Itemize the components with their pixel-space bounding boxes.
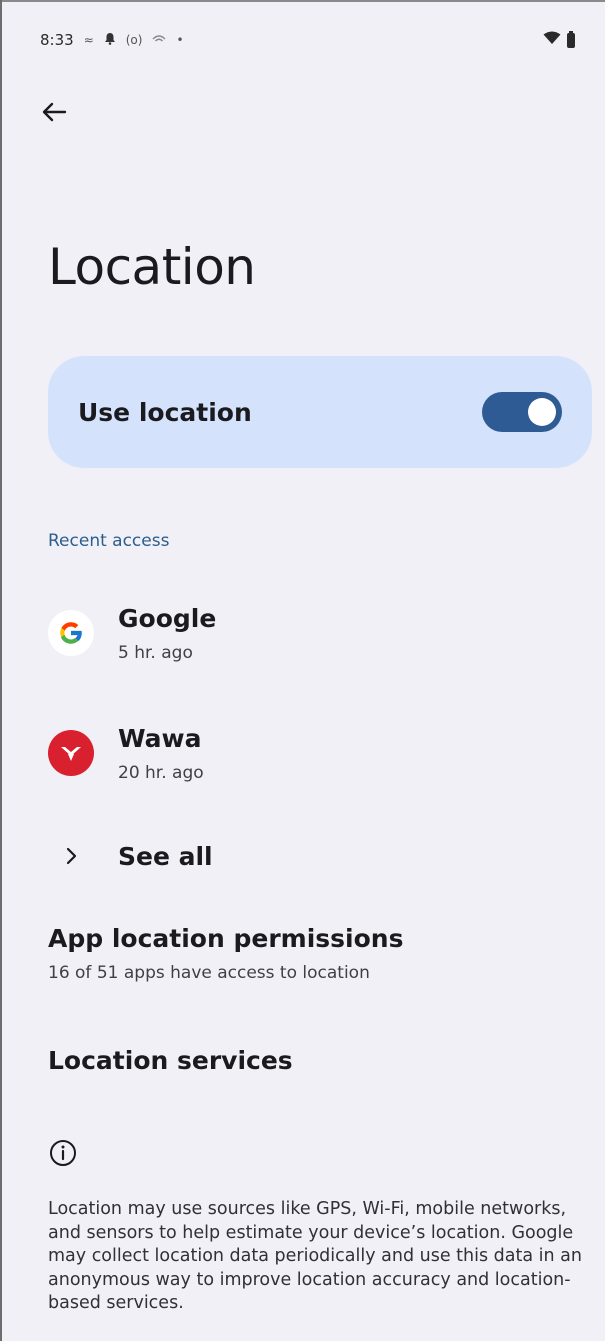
toggle-knob [528, 398, 556, 426]
back-arrow-icon [42, 102, 67, 122]
wawa-icon [48, 730, 94, 776]
battery-icon [567, 30, 575, 48]
signal-icon [152, 33, 166, 48]
recent-app-google[interactable]: Google 5 hr. ago [48, 588, 588, 678]
back-button[interactable] [36, 94, 72, 130]
app-access-time: 5 hr. ago [118, 642, 193, 663]
see-all-button[interactable]: See all [48, 828, 588, 884]
status-time: 8:33 [40, 31, 74, 49]
bell-icon [104, 32, 116, 48]
notification-icon: ≈ [83, 33, 94, 47]
app-name: Wawa [118, 723, 202, 753]
status-bar-right [543, 30, 575, 49]
app-name: Google [118, 603, 217, 633]
app-access-time: 20 hr. ago [118, 762, 204, 783]
chevron-right-icon [48, 847, 94, 865]
app-location-permissions[interactable]: App location permissions 16 of 51 apps h… [48, 924, 588, 983]
recent-app-text: Google 5 hr. ago [118, 604, 216, 663]
use-location-toggle[interactable] [482, 392, 562, 432]
location-info-text: Location may use sources like GPS, Wi-Fi… [48, 1199, 582, 1313]
use-location-card[interactable]: Use location [48, 356, 592, 468]
location-services-title: Location services [48, 1046, 293, 1075]
frame-border-left [0, 0, 2, 1341]
google-icon [48, 610, 94, 656]
app-location-permissions-title: App location permissions [48, 924, 404, 953]
recent-app-wawa[interactable]: Wawa 20 hr. ago [48, 708, 588, 798]
info-icon [48, 1138, 78, 1168]
page-title: Location [48, 238, 256, 296]
dot-icon: • [176, 33, 184, 47]
status-bar-left: 8:33 ≈ (o) • [40, 31, 184, 49]
frame-border-top [0, 0, 605, 2]
recent-access-header: Recent access [48, 531, 170, 551]
see-all-label: See all [118, 841, 213, 871]
location-services[interactable]: Location services [48, 1046, 588, 1075]
use-location-label: Use location [78, 397, 252, 427]
app-location-permissions-subtitle: 16 of 51 apps have access to location [48, 963, 370, 983]
status-bar: 8:33 ≈ (o) • [40, 26, 575, 54]
recent-app-text: Wawa 20 hr. ago [118, 724, 204, 783]
wifi-icon [543, 31, 561, 49]
cast-icon: (o) [125, 33, 143, 47]
